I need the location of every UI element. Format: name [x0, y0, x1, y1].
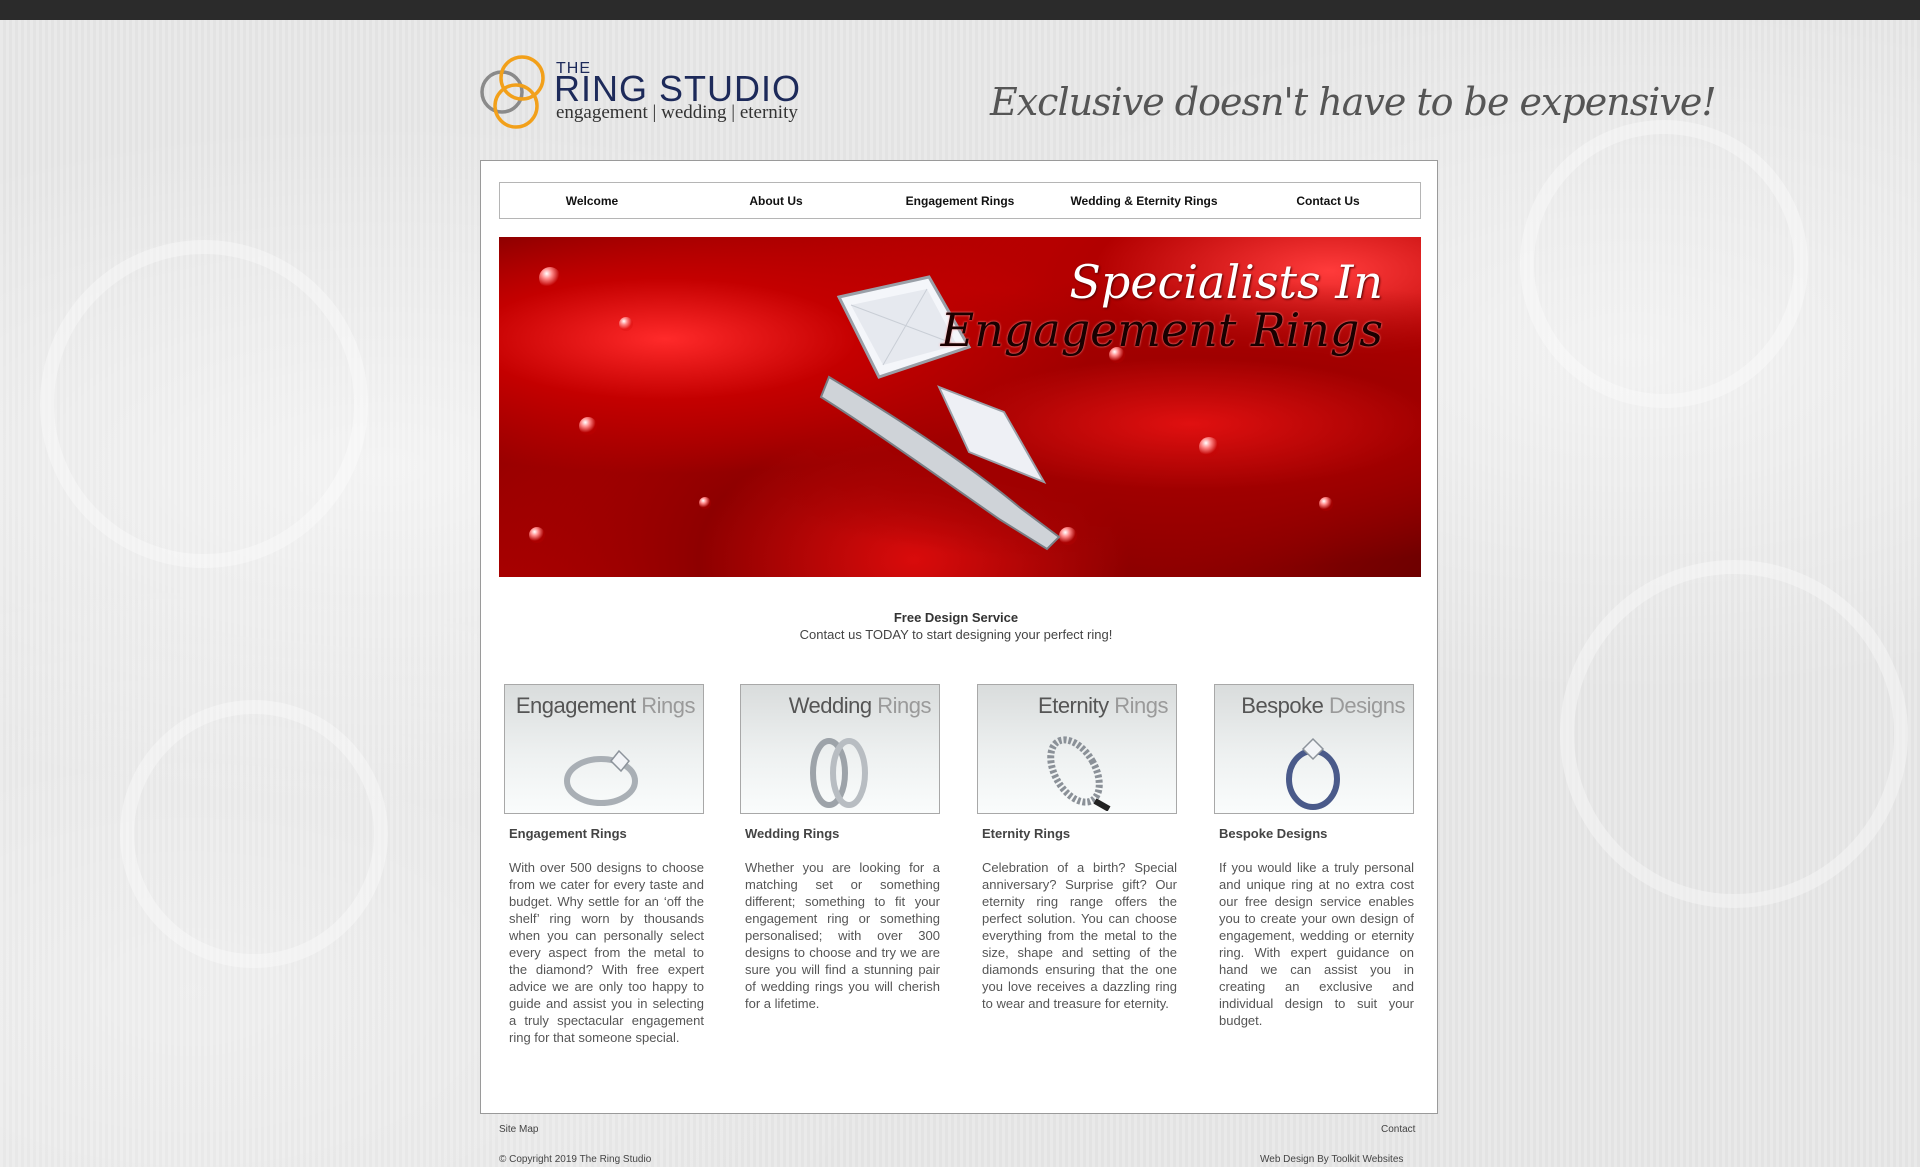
- eternity-thumbnail[interactable]: Eternity Rings: [977, 684, 1177, 814]
- footer-copyright: © Copyright 2019 The Ring Studio: [499, 1154, 652, 1165]
- product-title: Engagement Rings: [509, 826, 627, 841]
- site-logo[interactable]: THE RING STUDIO engagement | wedding | e…: [478, 48, 838, 134]
- product-title: Eternity Rings: [982, 826, 1071, 841]
- hero-title: Specialists In Engagement Rings: [941, 259, 1383, 353]
- thumbnail-caption: Wedding Rings: [788, 693, 932, 718]
- footer-site-map-link[interactable]: Site Map: [499, 1124, 538, 1135]
- main-content-box: Welcome About Us Engagement Rings Weddin…: [480, 160, 1438, 1114]
- nav-wedding-eternity-rings[interactable]: Wedding & Eternity Rings: [1052, 194, 1236, 208]
- bespoke-ring-icon: [1286, 737, 1340, 810]
- footer-credit-link[interactable]: Web Design By Toolkit Websites: [1260, 1154, 1403, 1165]
- main-nav: Welcome About Us Engagement Rings Weddin…: [499, 182, 1421, 219]
- background-swirl: [120, 700, 388, 968]
- nav-about-us[interactable]: About Us: [684, 194, 868, 208]
- product-title: Wedding Rings: [745, 826, 840, 841]
- promo-text: Contact us TODAY to start designing your…: [799, 627, 1113, 642]
- thumbnail-caption: Engagement Rings: [515, 693, 696, 718]
- hero-banner: Specialists In Engagement Rings: [499, 237, 1421, 577]
- product-wedding: Wedding Rings Wedding Rings Whether you …: [740, 684, 940, 1012]
- product-engagement: Engagement Rings Engagement Rings With o…: [504, 684, 704, 1046]
- engagement-ring-icon: [564, 749, 638, 806]
- tagline: Exclusive doesn't have to be expensive!: [990, 80, 1717, 124]
- eternity-ring-icon: [1047, 736, 1111, 811]
- background-swirl: [1560, 560, 1908, 908]
- product-title: Bespoke Designs: [1219, 826, 1328, 841]
- background-swirl: [40, 240, 368, 568]
- product-description: Celebration of a birth? Special annivers…: [982, 860, 1177, 1011]
- nav-engagement-rings[interactable]: Engagement Rings: [868, 194, 1052, 208]
- wedding-rings-icon: [810, 738, 868, 808]
- thumbnail-caption: Bespoke Designs: [1241, 693, 1405, 718]
- hero-title-line2: Engagement Rings: [940, 303, 1383, 357]
- bespoke-thumbnail[interactable]: Bespoke Designs: [1214, 684, 1414, 814]
- thumbnail-caption: Eternity Rings: [1038, 693, 1168, 718]
- top-bar: [0, 0, 1920, 20]
- engagement-thumbnail[interactable]: Engagement Rings: [504, 684, 704, 814]
- hero-title-line1: Specialists In: [1069, 255, 1383, 309]
- wedding-thumbnail[interactable]: Wedding Rings: [740, 684, 940, 814]
- product-description: With over 500 designs to choose from we …: [509, 860, 704, 1045]
- promo-block: Free Design Service Contact us TODAY to …: [781, 609, 1131, 643]
- logo-subtitle: engagement | wedding | eternity: [556, 102, 798, 123]
- promo-heading: Free Design Service: [893, 610, 1019, 625]
- background-swirl: [1520, 120, 1808, 408]
- rings-logo-icon: [480, 55, 545, 129]
- nav-contact-us[interactable]: Contact Us: [1236, 194, 1420, 208]
- product-description: Whether you are looking for a matching s…: [745, 860, 940, 1011]
- product-eternity: Eternity Rings Eternity Rings Celebratio…: [977, 684, 1177, 1012]
- nav-welcome[interactable]: Welcome: [500, 194, 684, 208]
- product-bespoke: Bespoke Designs Bespoke Designs If you w…: [1214, 684, 1414, 1029]
- product-description: If you would like a truly personal and u…: [1219, 860, 1414, 1028]
- footer-contact-link[interactable]: Contact: [1381, 1124, 1415, 1135]
